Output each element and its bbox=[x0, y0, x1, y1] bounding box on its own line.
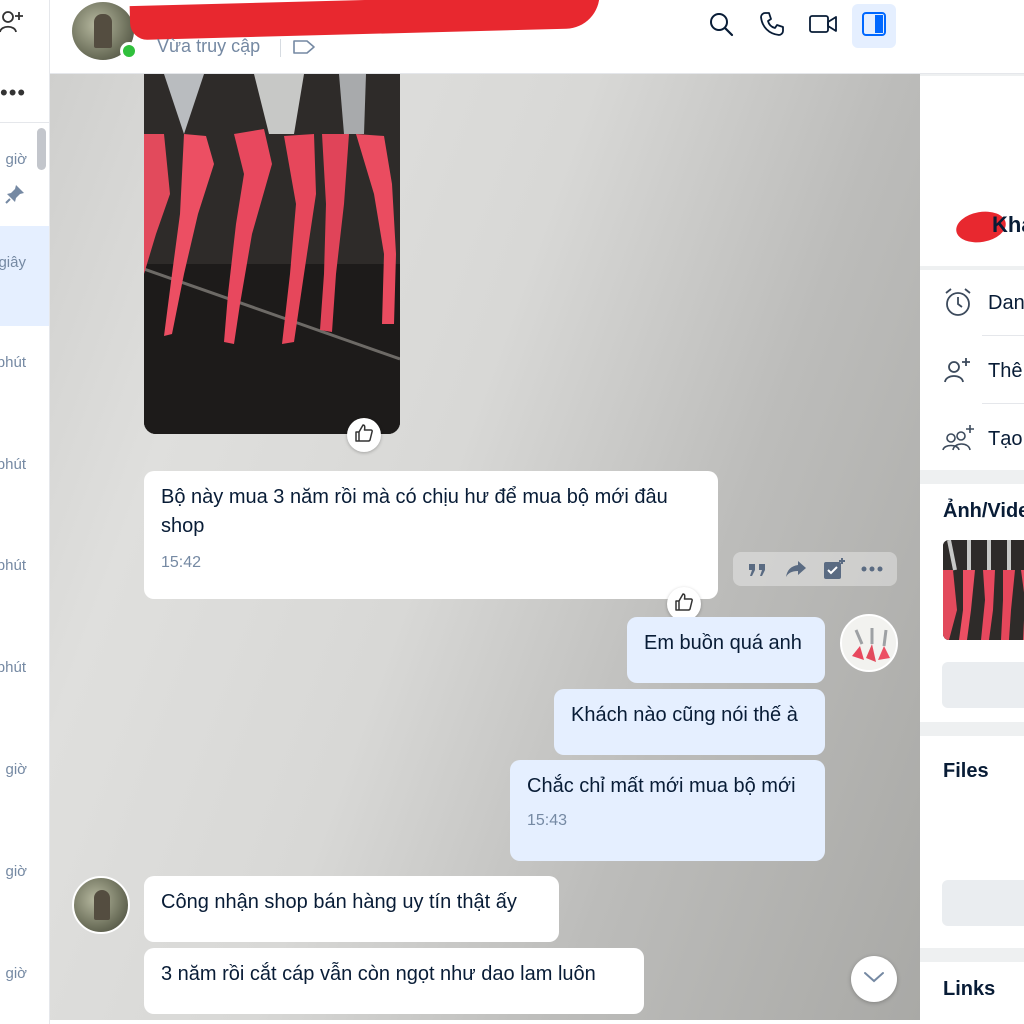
thumbs-up-icon bbox=[674, 592, 694, 617]
chat-header: Vừa truy cập bbox=[50, 0, 920, 74]
view-all-files-button[interactable] bbox=[942, 880, 1024, 926]
more-options-icon[interactable]: ••• bbox=[0, 80, 26, 106]
links-section: Links bbox=[920, 962, 1024, 1024]
thumbs-up-icon bbox=[354, 423, 374, 448]
contact-status: Vừa truy cập bbox=[157, 36, 261, 56]
add-friend-icon[interactable] bbox=[0, 8, 28, 36]
add-member-icon bbox=[942, 354, 974, 391]
outgoing-message[interactable]: Khách nào cũng nói thế à bbox=[554, 689, 825, 755]
divider bbox=[0, 122, 49, 123]
pin-icon bbox=[4, 183, 26, 210]
react-button[interactable] bbox=[667, 587, 701, 621]
action-label: Thê bbox=[988, 360, 1023, 382]
message-text: Em buồn quá anh bbox=[644, 632, 802, 654]
react-button[interactable] bbox=[347, 418, 381, 452]
chevron-down-icon bbox=[863, 970, 885, 989]
incoming-message[interactable]: Công nhận shop bán hàng uy tín thật ấy bbox=[144, 876, 559, 942]
message-text: Công nhận shop bán hàng uy tín thật ấy bbox=[161, 891, 517, 913]
conversation-time: phút bbox=[0, 456, 26, 473]
conversation-time: giờ bbox=[5, 863, 27, 880]
media-section-title: Ảnh/Vide bbox=[943, 500, 1024, 522]
message-text: 3 năm rồi cắt cáp vẫn còn ngọt như dao l… bbox=[161, 963, 596, 985]
conversation-info-panel: Kha Dan Thê Tạo Ảnh/Vide Files Links bbox=[920, 0, 1024, 1024]
quote-reply-icon[interactable] bbox=[744, 555, 772, 583]
conversation-list: ••• giờ giây phút phút phút phút giờ giờ… bbox=[0, 0, 50, 1024]
media-section: Ảnh/Vide bbox=[920, 484, 1024, 722]
redacted-contact-name bbox=[129, 0, 601, 41]
divider bbox=[982, 403, 1024, 404]
conversation-time: giờ bbox=[5, 151, 27, 168]
conversation-time: phút bbox=[0, 354, 26, 371]
message-area: Bộ này mua 3 năm rồi mà có chịu hư để mu… bbox=[50, 74, 920, 1020]
search-button[interactable] bbox=[701, 6, 741, 46]
conversation-item-active[interactable] bbox=[0, 226, 49, 326]
action-label: Tạo bbox=[988, 428, 1023, 450]
video-call-button[interactable] bbox=[803, 6, 843, 46]
info-panel-header bbox=[920, 0, 1024, 74]
message-actions-toolbar bbox=[733, 552, 897, 586]
conversation-time: giờ bbox=[5, 761, 27, 778]
reminder-action[interactable]: Dan bbox=[920, 270, 1024, 336]
action-label: Dan bbox=[988, 292, 1024, 314]
more-actions-icon[interactable] bbox=[858, 555, 886, 583]
media-thumbnail[interactable] bbox=[943, 540, 1024, 640]
message-text: Bộ này mua 3 năm rồi mà có chịu hư để mu… bbox=[161, 486, 668, 537]
forward-icon[interactable] bbox=[782, 555, 810, 583]
divider bbox=[280, 39, 281, 57]
divider bbox=[982, 335, 1024, 336]
outgoing-message[interactable]: Chắc chỉ mất mới mua bộ mới 15:43 bbox=[510, 760, 825, 861]
search-icon bbox=[708, 11, 734, 42]
incoming-message[interactable]: 3 năm rồi cắt cáp vẫn còn ngọt như dao l… bbox=[144, 948, 644, 1014]
my-avatar[interactable] bbox=[840, 614, 898, 672]
create-group-action[interactable]: Tạo bbox=[920, 406, 1024, 472]
message-time: 15:43 bbox=[527, 812, 568, 829]
incoming-message[interactable]: Bộ này mua 3 năm rồi mà có chịu hư để mu… bbox=[144, 471, 718, 599]
message-text: Chắc chỉ mất mới mua bộ mới bbox=[527, 775, 796, 797]
voice-call-button[interactable] bbox=[752, 6, 792, 46]
list-scrollbar[interactable] bbox=[37, 128, 46, 170]
video-camera-icon bbox=[808, 12, 838, 41]
alarm-clock-icon bbox=[942, 286, 974, 323]
side-panel-icon bbox=[861, 11, 887, 42]
message-time: 15:42 bbox=[161, 554, 202, 571]
conversation-time: phút bbox=[0, 659, 26, 676]
conversation-time: phút bbox=[0, 557, 26, 574]
image-message[interactable] bbox=[144, 74, 400, 434]
add-member-action[interactable]: Thê bbox=[920, 338, 1024, 404]
toggle-info-panel-button[interactable] bbox=[852, 4, 896, 48]
links-section-title: Links bbox=[943, 978, 996, 1000]
message-text: Khách nào cũng nói thế à bbox=[571, 704, 798, 726]
profile-actions: Dan Thê Tạo bbox=[920, 270, 1024, 470]
scroll-to-bottom-button[interactable] bbox=[851, 956, 897, 1002]
outgoing-message[interactable]: Em buồn quá anh bbox=[627, 617, 825, 683]
view-all-media-button[interactable] bbox=[942, 662, 1024, 708]
conversation-time: giây bbox=[0, 254, 26, 271]
label-tag-icon[interactable] bbox=[292, 38, 316, 61]
profile-name: Kha bbox=[992, 212, 1024, 237]
create-group-icon bbox=[942, 422, 976, 459]
files-section-title: Files bbox=[943, 760, 989, 782]
phone-icon bbox=[759, 11, 785, 42]
contact-avatar-small[interactable] bbox=[72, 876, 130, 934]
online-status-dot bbox=[120, 42, 138, 60]
files-section: Files bbox=[920, 736, 1024, 948]
add-task-icon[interactable] bbox=[820, 555, 848, 583]
conversation-time: giờ bbox=[5, 965, 27, 982]
